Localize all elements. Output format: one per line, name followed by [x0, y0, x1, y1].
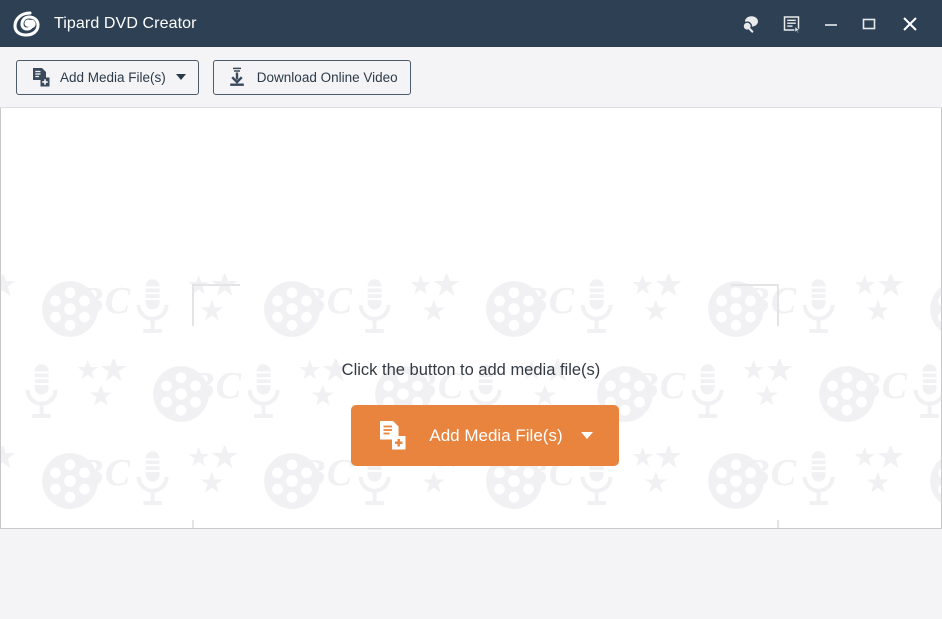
media-drop-area[interactable]: ABCABCABCABCABCABCABCABCABCABCABCABCABCA…: [0, 108, 942, 528]
abc-text-watermark: ABC: [940, 279, 941, 323]
page-title: Tipard DVD Creator: [54, 14, 197, 32]
add-media-files-cta-label: Add Media File(s): [429, 425, 563, 445]
add-media-files-button[interactable]: Add Media File(s): [16, 59, 199, 95]
film-reel-icon: [41, 280, 99, 343]
stars-icon: [1, 444, 29, 513]
download-icon: [226, 66, 248, 88]
feedback-icon[interactable]: [736, 10, 764, 38]
download-online-video-button[interactable]: Download Online Video: [212, 59, 411, 95]
abc-text-watermark: ABC: [52, 452, 132, 494]
microphone-icon: [134, 448, 171, 513]
corner-bracket: [192, 284, 240, 326]
tipard-swirl-logo-icon: [10, 7, 44, 41]
stars-icon: [854, 272, 917, 341]
add-file-icon: [29, 66, 51, 88]
add-file-icon: [377, 420, 407, 452]
microphone-icon: [800, 448, 837, 513]
microphone-icon: [800, 276, 837, 341]
maximize-icon[interactable]: [858, 10, 880, 38]
menu-icon[interactable]: [778, 10, 806, 38]
add-media-files-cta-button[interactable]: Add Media File(s): [351, 405, 619, 466]
chevron-down-icon[interactable]: [580, 432, 593, 439]
drop-hint-text: Click the button to add media file(s): [341, 361, 601, 379]
microphone-icon: [134, 276, 171, 341]
abc-text-watermark: ABC: [52, 280, 132, 322]
stars-icon: [1, 272, 29, 341]
settings-panel: DVD Type: DVD-5 (4.7G) Aspect Ratio: 16:…: [0, 528, 942, 619]
add-media-files-label: Add Media File(s): [60, 69, 166, 85]
minimize-icon[interactable]: [820, 10, 842, 38]
corner-bracket: [731, 520, 779, 528]
corner-bracket: [192, 520, 240, 528]
close-icon[interactable]: [896, 10, 924, 38]
download-online-video-label: Download Online Video: [256, 69, 398, 85]
window-controls: [736, 0, 942, 47]
abc-text-watermark: ABC: [940, 451, 941, 495]
app-window: Tipard DVD Creator Add Media File(s) Dow…: [0, 0, 942, 619]
main-toolbar: Add Media File(s) Download Online Video: [0, 47, 942, 108]
film-reel-icon: [929, 280, 941, 343]
corner-bracket: [731, 284, 779, 326]
film-reel-icon: [41, 452, 99, 515]
chevron-down-icon[interactable]: [175, 74, 186, 80]
film-reel-icon: [929, 452, 941, 515]
title-bar: Tipard DVD Creator: [0, 0, 942, 47]
stars-icon: [854, 444, 917, 513]
